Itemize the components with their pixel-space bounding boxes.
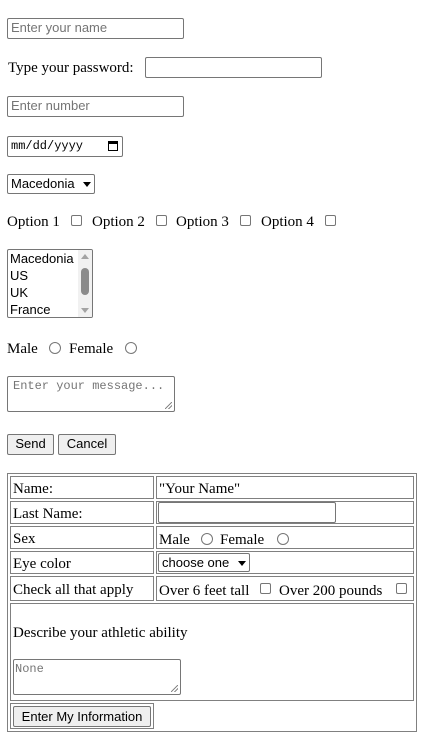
country-select[interactable]: Macedonia — [7, 174, 95, 194]
table-cell: Check all that apply — [10, 576, 154, 601]
date-input[interactable]: mm/dd/yyyy — [7, 136, 123, 157]
male-radio[interactable] — [49, 342, 61, 354]
info-table: Name: "Your Name" Last Name: Sex Male Fe… — [7, 473, 417, 732]
option-4-checkbox[interactable] — [325, 215, 336, 226]
sex-label: Sex — [13, 531, 36, 547]
table-cell: Eye color — [10, 551, 154, 574]
table-cell: Enter My Information — [10, 703, 154, 729]
option-3-label: Option 3 — [176, 214, 229, 230]
number-input[interactable]: Enter number — [7, 96, 184, 117]
table-cell: "Your Name" — [156, 476, 414, 499]
over-200-pounds-label: Over 200 pounds — [279, 583, 383, 599]
table-cell: Name: — [10, 476, 154, 499]
sex-female-radio[interactable] — [277, 533, 289, 545]
scroll-down-icon[interactable] — [81, 308, 89, 313]
eye-color-selected: choose one — [162, 555, 230, 570]
scroll-up-icon[interactable] — [81, 254, 89, 259]
scroll-thumb[interactable] — [81, 268, 89, 295]
over-6-feet-checkbox[interactable] — [260, 583, 271, 594]
message-textarea[interactable]: Enter your message... — [7, 376, 175, 412]
password-label: Type your password: — [8, 60, 134, 76]
name-placeholder: Enter your name — [11, 20, 108, 35]
table-cell — [156, 501, 414, 524]
listbox-scrollbar[interactable] — [78, 250, 92, 317]
message-placeholder: Enter your message... — [13, 379, 165, 393]
cancel-button[interactable]: Cancel — [58, 434, 116, 455]
last-name-label: Last Name: — [13, 506, 83, 522]
sex-female-label: Female — [220, 532, 265, 548]
over-200-pounds-checkbox[interactable] — [396, 583, 407, 594]
option-2-checkbox[interactable] — [156, 215, 167, 226]
eye-color-label: Eye color — [13, 556, 71, 572]
athletic-textarea[interactable]: None — [13, 659, 181, 695]
eye-color-select[interactable]: choose one — [158, 553, 250, 572]
sex-male-label: Male — [159, 532, 190, 548]
number-placeholder: Enter number — [11, 98, 90, 113]
password-input[interactable] — [145, 57, 322, 78]
table-cell: Describe your athletic ability None — [10, 603, 414, 701]
date-placeholder: mm/dd/yyyy — [11, 139, 84, 153]
resize-grip-icon[interactable] — [171, 685, 178, 692]
table-cell: Male Female — [156, 526, 414, 549]
country-listbox[interactable]: Macedonia US UK France — [7, 249, 93, 318]
country-selected: Macedonia — [11, 176, 75, 191]
check-all-label: Check all that apply — [13, 582, 134, 598]
option-3-checkbox[interactable] — [240, 215, 251, 226]
option-1-label: Option 1 — [7, 214, 60, 230]
table-cell: Over 6 feet tall Over 200 pounds — [156, 576, 414, 601]
chevron-down-icon — [238, 560, 246, 566]
table-cell: Last Name: — [10, 501, 154, 524]
send-button[interactable]: Send — [7, 434, 54, 455]
name-value: "Your Name" — [159, 481, 241, 497]
sex-male-radio[interactable] — [201, 533, 213, 545]
calendar-icon[interactable] — [108, 141, 118, 151]
chevron-down-icon — [83, 182, 91, 187]
enter-information-button[interactable]: Enter My Information — [13, 706, 151, 727]
female-label: Female — [69, 341, 114, 357]
name-input[interactable]: Enter your name — [7, 18, 184, 39]
option-4-label: Option 4 — [261, 214, 314, 230]
athletic-placeholder: None — [15, 662, 44, 676]
athletic-label: Describe your athletic ability — [13, 625, 188, 641]
table-cell: choose one — [156, 551, 414, 574]
resize-grip-icon[interactable] — [165, 402, 172, 409]
last-name-input[interactable] — [158, 502, 336, 523]
name-label: Name: — [13, 481, 53, 497]
option-2-label: Option 2 — [92, 214, 145, 230]
over-6-feet-label: Over 6 feet tall — [159, 583, 250, 599]
female-radio[interactable] — [125, 342, 137, 354]
option-1-checkbox[interactable] — [71, 215, 82, 226]
table-cell: Sex — [10, 526, 154, 549]
male-label: Male — [7, 341, 38, 357]
